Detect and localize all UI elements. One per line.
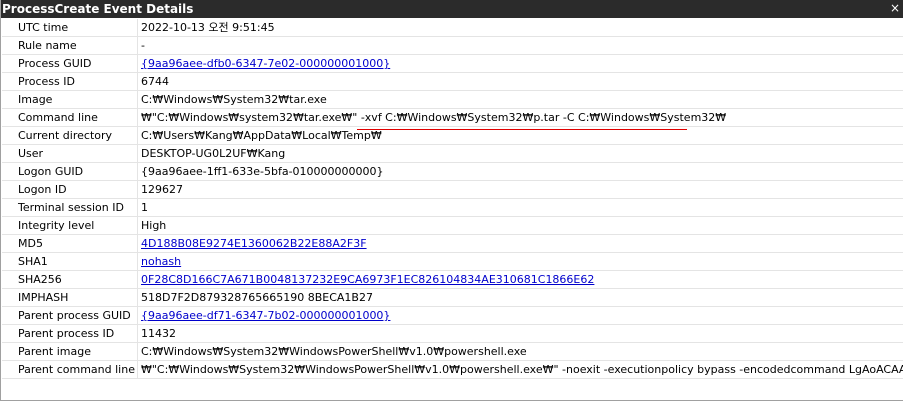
table-row: Command line ₩"C:₩Windows₩system32₩tar.e… xyxy=(2,108,903,127)
process-create-event-details-window: ProcessCreate Event Details × UTC time 2… xyxy=(0,0,903,401)
field-value: ₩"C:₩Windows₩System32₩WindowsPowerShell₩… xyxy=(137,360,903,379)
field-value: C:₩Windows₩System32₩tar.exe xyxy=(137,90,903,109)
field-label: Image xyxy=(2,90,138,109)
field-label: Integrity level xyxy=(2,216,138,235)
close-icon[interactable]: × xyxy=(890,0,900,16)
table-row: SHA256 0F28C8D166C7A671B0048137232E9CA69… xyxy=(2,270,903,289)
field-label: MD5 xyxy=(2,234,138,253)
table-row: MD5 4D188B08E9274E1360062B22E88A2F3F xyxy=(2,234,903,253)
table-row: Image C:₩Windows₩System32₩tar.exe xyxy=(2,90,903,109)
field-label: User xyxy=(2,144,138,163)
table-row: Process ID 6744 xyxy=(2,72,903,91)
field-label: Parent process GUID xyxy=(2,306,138,325)
field-value: - xyxy=(137,36,903,55)
md5-link[interactable]: 4D188B08E9274E1360062B22E88A2F3F xyxy=(141,237,367,250)
field-value: DESKTOP-UG0L2UF₩Kang xyxy=(137,144,903,163)
field-value: C:₩Windows₩System32₩WindowsPowerShell₩v1… xyxy=(137,342,903,361)
field-label: Logon ID xyxy=(2,180,138,199)
field-label: IMPHASH xyxy=(2,288,138,307)
field-value-cell: nohash xyxy=(137,252,903,271)
table-row: Logon GUID {9aa96aee-1ff1-633e-5bfa-0100… xyxy=(2,162,903,181)
field-value: 518D7F2D879328765665190 8BECA1B27 xyxy=(137,288,903,307)
table-row: Parent process GUID {9aa96aee-df71-6347-… xyxy=(2,306,903,325)
parent-process-guid-link[interactable]: {9aa96aee-df71-6347-7b02-000000001000} xyxy=(141,309,390,322)
sha1-link[interactable]: nohash xyxy=(141,255,181,268)
table-row: Parent command line ₩"C:₩Windows₩System3… xyxy=(2,360,903,379)
table-row: Parent process ID 11432 xyxy=(2,324,903,343)
field-label: SHA256 xyxy=(2,270,138,289)
field-value: High xyxy=(137,216,903,235)
command-line-value: ₩"C:₩Windows₩system32₩tar.exe₩" -xvf C:₩… xyxy=(137,108,903,127)
field-value: 1 xyxy=(137,198,903,217)
field-value: {9aa96aee-1ff1-633e-5bfa-010000000000} xyxy=(137,162,903,181)
field-label: Logon GUID xyxy=(2,162,138,181)
field-label: Rule name xyxy=(2,36,138,55)
field-label: SHA1 xyxy=(2,252,138,271)
field-label: UTC time xyxy=(2,19,138,37)
highlight-underline xyxy=(357,129,687,130)
field-value: 2022-10-13 오전 9:51:45 xyxy=(137,19,903,37)
field-value-cell: {9aa96aee-dfb0-6347-7e02-000000001000} xyxy=(137,54,903,73)
field-label: Terminal session ID xyxy=(2,198,138,217)
table-row: Integrity level High xyxy=(2,216,903,235)
field-value: 6744 xyxy=(137,72,903,91)
field-value-cell: {9aa96aee-df71-6347-7b02-000000001000} xyxy=(137,306,903,325)
field-label: Parent process ID xyxy=(2,324,138,343)
event-details-table: UTC time 2022-10-13 오전 9:51:45 Rule name… xyxy=(2,19,903,379)
window-title: ProcessCreate Event Details xyxy=(2,2,194,16)
sha256-link[interactable]: 0F28C8D166C7A671B0048137232E9CA6973F1EC8… xyxy=(141,273,594,286)
table-row: Process GUID {9aa96aee-dfb0-6347-7e02-00… xyxy=(2,54,903,73)
field-label: Parent command line xyxy=(2,360,138,379)
field-value: 11432 xyxy=(137,324,903,343)
field-label: Parent image xyxy=(2,342,138,361)
field-label: Process ID xyxy=(2,72,138,91)
field-value: 129627 xyxy=(137,180,903,199)
field-value-cell: 0F28C8D166C7A671B0048137232E9CA6973F1EC8… xyxy=(137,270,903,289)
table-row: Terminal session ID 1 xyxy=(2,198,903,217)
field-label: Current directory xyxy=(2,126,138,145)
table-row: UTC time 2022-10-13 오전 9:51:45 xyxy=(2,19,903,37)
process-guid-link[interactable]: {9aa96aee-dfb0-6347-7e02-000000001000} xyxy=(141,57,390,70)
table-row: User DESKTOP-UG0L2UF₩Kang xyxy=(2,144,903,163)
field-value-cell: 4D188B08E9274E1360062B22E88A2F3F xyxy=(137,234,903,253)
table-row: IMPHASH 518D7F2D879328765665190 8BECA1B2… xyxy=(2,288,903,307)
field-label: Process GUID xyxy=(2,54,138,73)
table-row: Rule name - xyxy=(2,36,903,55)
field-label: Command line xyxy=(2,108,138,127)
table-row: Parent image C:₩Windows₩System32₩Windows… xyxy=(2,342,903,361)
title-bar: ProcessCreate Event Details × xyxy=(1,0,903,18)
table-row: Logon ID 129627 xyxy=(2,180,903,199)
table-row: SHA1 nohash xyxy=(2,252,903,271)
